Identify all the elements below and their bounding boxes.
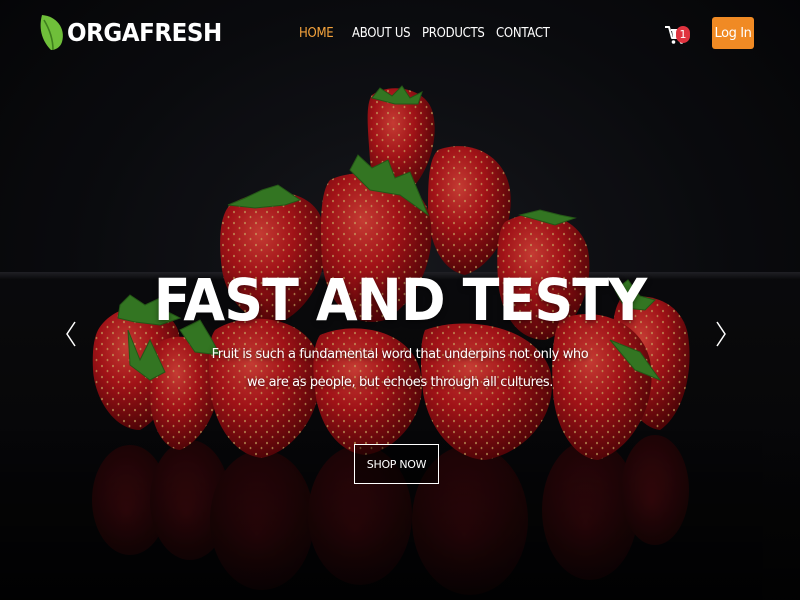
- nav-link-about-us[interactable]: ABOUT US: [352, 26, 411, 41]
- hero-subtext: Fruit is such a fundamental word that un…: [211, 347, 589, 390]
- hero-slider: ORGAFRESH HOME ABOUT US PRODUCTS CONTACT…: [0, 0, 800, 600]
- nav-link-home[interactable]: HOME: [299, 26, 334, 41]
- hero-headline: FAST AND TESTY: [153, 266, 648, 334]
- nav-link-contact[interactable]: CONTACT: [496, 26, 550, 41]
- top-navbar: ORGAFRESH HOME ABOUT US PRODUCTS CONTACT…: [0, 0, 800, 72]
- login-button[interactable]: Log In: [712, 17, 754, 49]
- shop-now-button[interactable]: SHOP NOW: [354, 444, 439, 484]
- nav-link-products[interactable]: PRODUCTS: [422, 26, 485, 41]
- cart-count-badge: 1: [676, 26, 690, 43]
